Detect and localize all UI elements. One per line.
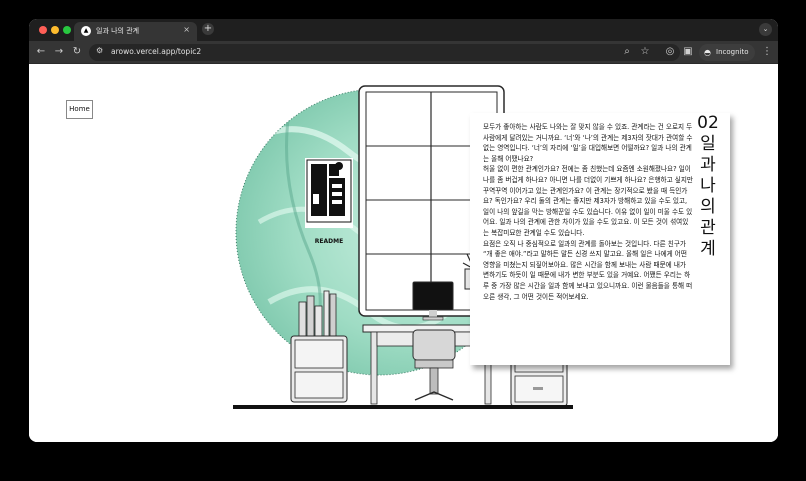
title-char: 일 [700,134,716,154]
tab-search-button[interactable]: ⌄ [759,23,772,36]
browser-window: ▲ 일과 나의 관계 × + ⌄ ← → ↻ ⚙ arowo.vercel.ap… [29,19,778,442]
title-char: 나 [700,176,716,196]
maximize-window-button[interactable] [63,26,71,34]
title-char: 과 [700,155,716,175]
page-content: Home README 모두가 좋아하는 사람도 나와는 잘 맞지 않을 수 있… [29,65,778,442]
poster-label: README [315,238,343,245]
title-char: 관 [700,218,716,238]
paragraph-1: 모두가 좋아하는 사람도 나와는 잘 맞지 않을 수 있죠. 관계라는 건 오로… [483,123,693,163]
extensions-icon[interactable]: ◎ [663,45,677,59]
url-text: arowo.vercel.app/topic2 [111,47,202,56]
tab-title: 일과 나의 관계 [96,27,140,35]
back-icon[interactable]: ← [34,45,48,59]
title-char: 의 [700,197,716,217]
topic-body: 모두가 좋아하는 사람도 나와는 잘 맞지 않을 수 있죠. 관계라는 건 오로… [483,122,693,302]
incognito-label: Incognito [716,48,749,56]
paragraph-3: 요점은 오직 나 중심적으로 일과의 관계를 돌아보는 것입니다. 다른 친구가… [483,239,693,301]
browser-toolbar: ← → ↻ ⚙ arowo.vercel.app/topic2 ⌕ ☆ ◎ ▣ … [29,41,778,64]
topic-text-card: 모두가 좋아하는 사람도 나와는 잘 맞지 않을 수 있죠. 관계라는 건 오로… [470,113,730,365]
active-tab[interactable]: ▲ 일과 나의 관계 × [74,22,197,41]
home-button[interactable]: Home [66,100,93,119]
paragraph-2: 허울 없이 편한 관계인가요? 전에는 좀 친했는데 요즘엔 소원해졌나요? 일… [483,165,693,237]
minimize-window-button[interactable] [51,26,59,34]
close-window-button[interactable] [39,26,47,34]
menu-kebab-icon[interactable]: ⋮ [760,45,774,59]
tab-close-button[interactable]: × [183,25,190,34]
bookmark-star-icon[interactable]: ☆ [638,45,652,59]
incognito-icon: ◓ [704,48,711,57]
vertical-page-title: 02 일 과 나 의 관 계 [695,113,721,260]
site-info-icon[interactable]: ⚙ [96,46,103,55]
address-bar[interactable]: ⚙ arowo.vercel.app/topic2 ⌕ ☆ [89,44,680,61]
zoom-icon[interactable]: ⌕ [620,45,634,59]
side-panel-icon[interactable]: ▣ [681,45,695,59]
title-number: 02 [697,113,719,133]
favicon-icon: ▲ [81,26,91,36]
forward-icon[interactable]: → [52,45,66,59]
incognito-badge[interactable]: ◓ Incognito [699,44,756,61]
new-tab-button[interactable]: + [202,23,214,35]
reload-icon[interactable]: ↻ [70,45,84,59]
title-char: 계 [700,239,716,259]
tab-bar: ▲ 일과 나의 관계 × + ⌄ [29,19,778,41]
